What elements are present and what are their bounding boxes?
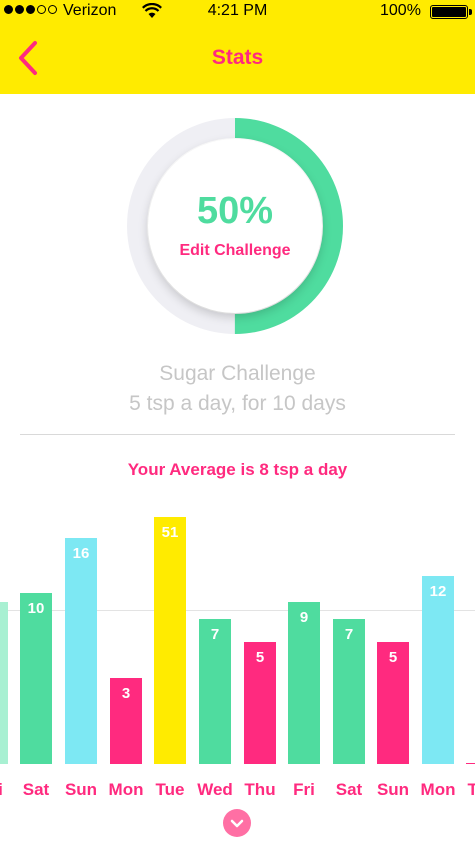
day-label: Thu [244,780,275,799]
bar-sat-1 [20,593,52,764]
page-title: Stats [211,46,264,69]
bar-value-label: 51 [162,524,179,541]
day-label: Wed [197,780,233,799]
challenge-name: Sugar Challenge [159,362,316,385]
bar-value-label: 5 [389,649,397,666]
chevron-down-icon [230,819,244,828]
bar-sun-2 [65,538,97,764]
day-label: Sun [377,780,409,799]
bar-value-label: 7 [211,626,219,643]
day-label: Tue [156,780,185,799]
divider [20,434,455,435]
progress-percent: 50% [196,190,274,232]
bar-tue-11 [466,763,475,764]
scroll-down-button[interactable] [223,809,251,837]
bar-value-label: 5 [256,649,264,666]
bar-mon-10 [422,576,454,764]
bar-value-label: 16 [73,545,90,562]
edit-challenge-button[interactable]: Edit Challenge [125,242,345,260]
challenge-description: 5 tsp a day, for 10 days [129,392,346,415]
day-label: Tue [468,780,475,799]
bar-value-label: 10 [28,600,45,617]
nav-bar: Stats [0,24,475,94]
day-label: Fri [0,780,3,799]
bar-value-label: 7 [345,626,353,643]
bar-value-label: 9 [300,609,308,626]
bar-value-label: 3 [122,685,130,702]
day-label: Sat [23,780,50,799]
average-label: Your Average is 8 tsp a day [127,460,348,479]
progress-ring: 50% Edit Challenge [125,116,345,336]
bar-value-label: 12 [430,583,447,600]
bar-fri-0 [0,602,8,764]
day-label: Fri [293,780,315,799]
battery-icon [430,5,472,19]
day-label: Mon [109,780,144,799]
day-label: Sat [336,780,363,799]
bar-tue-4 [154,517,186,764]
status-bar: Verizon 4:21 PM 100% [0,0,475,24]
bar-fri-7 [288,602,320,764]
battery-percent: 100% [380,2,421,19]
day-label: Mon [421,780,456,799]
daily-sugar-bar-chart: Fri 10 Sat 16 Sun 3 Mon 51 Tue 7 Wed 5 Thu 9 Fri 7 Sat 5 S… [0,517,475,799]
day-label: Sun [65,780,97,799]
